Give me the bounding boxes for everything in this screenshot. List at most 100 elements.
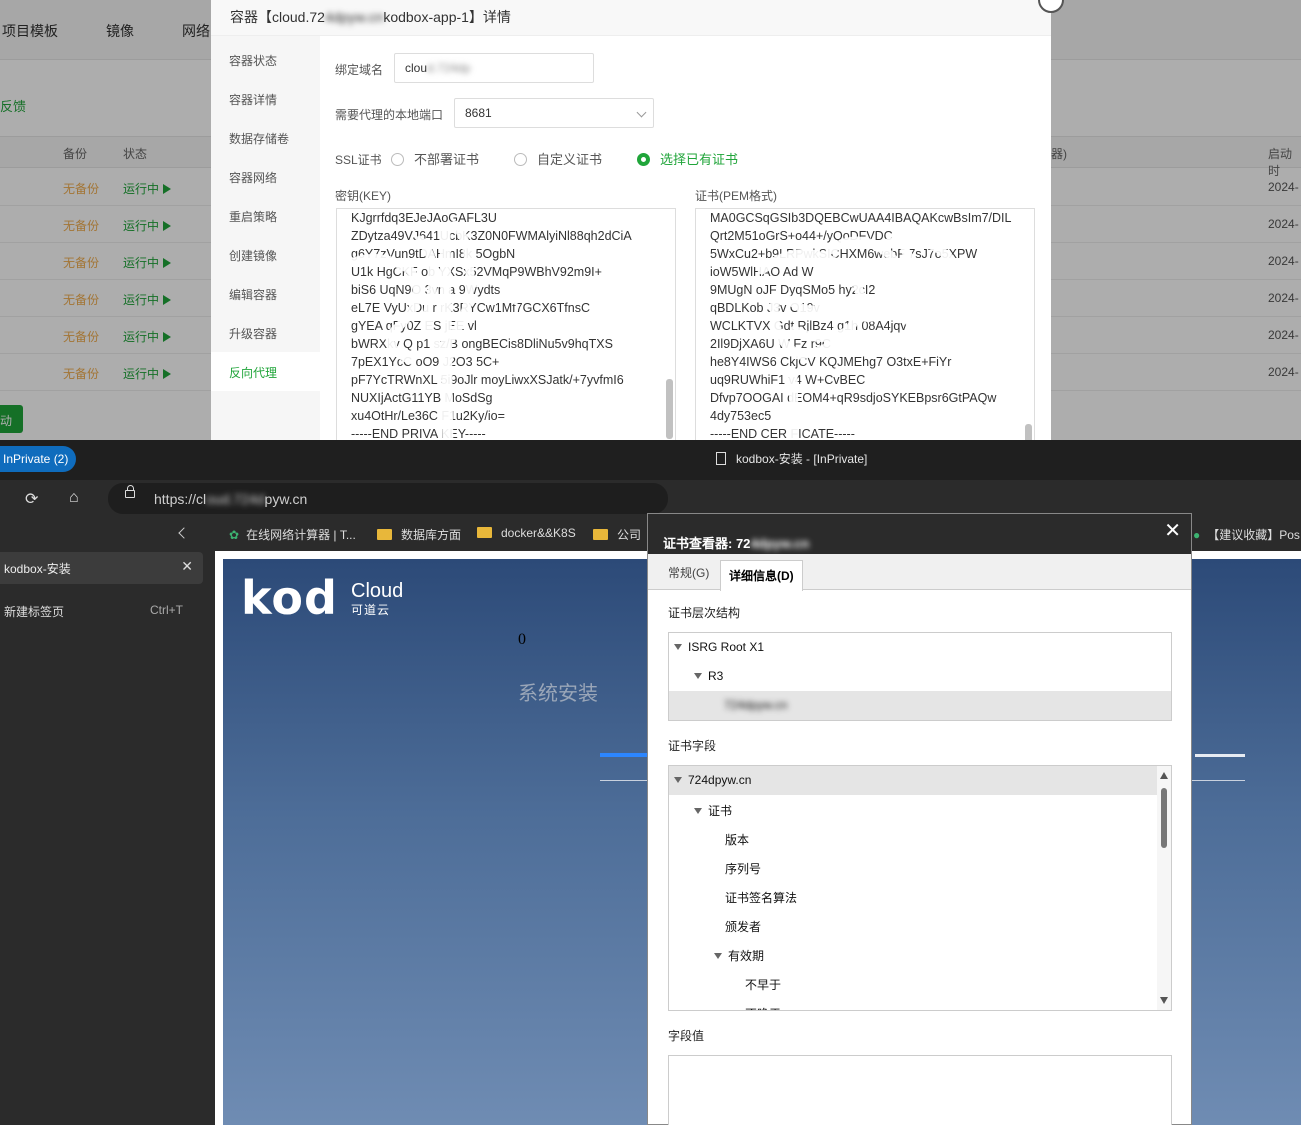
cert-label: 证书(PEM格式) [695, 189, 777, 203]
close-icon[interactable]: ✕ [1164, 518, 1181, 543]
expand-icon[interactable] [674, 644, 682, 650]
scroll-up-icon[interactable] [1160, 772, 1168, 779]
cert-textarea[interactable]: MA0GCSqGSIb3DQEBCwUAA4IBAQAKcwBsIm7/DIL Q… [695, 208, 1035, 440]
field-value-box[interactable] [668, 1055, 1172, 1125]
field-node[interactable]: 证书 [669, 795, 1171, 824]
cert-text-line: he8Y4IWS6 CkjCV KQJMEhg7 O3txE+FiYr [710, 355, 952, 369]
fields-label: 证书字段 [668, 739, 717, 753]
bookmark-docker[interactable]: docker&&K8S [477, 526, 576, 540]
dot-icon: ● [1193, 528, 1201, 542]
close-tab-icon[interactable]: ✕ [181, 558, 193, 575]
domain-input[interactable]: cloud.724dp [394, 53, 594, 83]
value-label: 字段值 [668, 1029, 705, 1043]
cert-titlebar: 证书查看器: 724dpyw.cn ✕ [648, 514, 1191, 554]
field-node[interactable]: 有效期 [669, 940, 1171, 969]
vertical-tabs-pane: kodbox-安装 ✕ 新建标签页 Ctrl+T [0, 517, 215, 1125]
expand-icon[interactable] [674, 777, 682, 783]
new-tab-button[interactable]: 新建标签页 [4, 603, 64, 620]
kod-logo: kod [241, 571, 338, 625]
folder-icon [593, 529, 608, 540]
kod-logo-cloud: Cloud [351, 580, 404, 602]
scroll-thumb[interactable] [1161, 788, 1167, 848]
new-tab-shortcut: Ctrl+T [150, 603, 183, 617]
cert-text-line: ioW5WlHAO Ad W [710, 265, 814, 279]
fields-scrollbar[interactable] [1157, 766, 1171, 1010]
sidebar-item-volumes[interactable]: 数据存储卷 [211, 118, 320, 157]
inprivate-badge[interactable]: InPrivate (2) [0, 446, 76, 472]
tab-general[interactable]: 常规(G) [668, 564, 709, 581]
cert-title: 证书查看器: 724dpyw.cn [663, 536, 810, 551]
bookmark-recommend[interactable]: ● 【建议收藏】Pos [1193, 526, 1300, 543]
cert-text-line: qBDLKob J3v O19v [710, 301, 820, 315]
radio-no-cert[interactable]: 不部署证书 [391, 149, 479, 168]
scroll-down-icon[interactable] [1160, 997, 1168, 1004]
reload-icon[interactable]: ⟳ [25, 489, 38, 509]
field-node[interactable]: 版本 [669, 824, 1171, 853]
tree-node-intermediate[interactable]: R3 [669, 662, 1171, 691]
sidebar-item-container-detail[interactable]: 容器详情 [211, 79, 320, 118]
sidebar-item-create-image[interactable]: 创建镜像 [211, 235, 320, 274]
kod-logo-cn: 可道云 [351, 603, 391, 617]
sidebar-item-edit-container[interactable]: 编辑容器 [211, 274, 320, 313]
home-icon[interactable]: ⌂ [69, 489, 79, 507]
key-textarea[interactable]: KJgrrfdq3EJeJAoGAFL3U ZDytza49VJ641UcbK3Z… [336, 208, 676, 440]
radio-existing-cert[interactable]: 选择已有证书 [637, 149, 738, 168]
cert-text-line: Qrt2M51oGrS+o44+/yQoDFVDC [710, 229, 893, 243]
tab-details[interactable]: 详细信息(D) [720, 560, 803, 591]
field-node[interactable]: 不早于 [669, 969, 1171, 998]
url-field[interactable]: https://cloud.724dpyw.cn [108, 483, 668, 514]
page-zero-text: 0 [518, 631, 526, 648]
document-icon [716, 452, 726, 465]
key-text-line: pF7YcTRWnXL 5i9oJlr moyLiwxXSJatk/+7yvfm… [351, 373, 624, 387]
sidebar-item-container-status[interactable]: 容器状态 [211, 40, 320, 79]
key-text-line: g6Y7zVun9tDAHmI8k 5OgbN [351, 247, 516, 261]
gear-icon: ✿ [229, 528, 240, 542]
key-text-line: xu4OtHr/Le36C F1u2Ky/io= [351, 409, 505, 423]
field-node[interactable]: 颁发者 [669, 911, 1171, 940]
key-text-line: NUXIjActG11YB MoSdSg [351, 391, 493, 405]
tree-node-root[interactable]: ISRG Root X1 [669, 633, 1171, 662]
key-text-line: bWRXkv Q p1 sz/B ongBECis8DliNu5v9hqTXS [351, 337, 613, 351]
cert-text-line: 5WxCu2+b9LRPwkSICHXM6webF 7sJ7o5XPW [710, 247, 978, 261]
key-text-line: -----END PRIVA KEY----- [351, 427, 486, 440]
key-text-line: 7pEX1YcC oO9 J2O3 5C+ [351, 355, 500, 369]
port-select[interactable]: 8681 [454, 98, 654, 128]
sidebar-item-reverse-proxy[interactable]: 反向代理 [211, 352, 320, 391]
field-node[interactable]: 序列号 [669, 853, 1171, 882]
collapse-pane-icon[interactable] [178, 527, 190, 539]
hierarchy-tree: ISRG Root X1 R3 724dpyw.cn [668, 632, 1172, 721]
bookmark-calculator[interactable]: ✿ 在线网络计算器 | T... [229, 526, 356, 543]
folder-icon [377, 529, 392, 540]
ssl-label: SSL证书 [335, 153, 382, 167]
bookmark-database[interactable]: 数据库方面 [377, 526, 461, 543]
radio-custom-cert[interactable]: 自定义证书 [514, 149, 602, 168]
field-node[interactable]: 724dpyw.cn [669, 766, 1171, 795]
expand-icon[interactable] [714, 953, 722, 959]
key-text-line: ZDytza49VJ641UcbK3Z0N0FWMAlyiNl88qh2dCiA [351, 229, 632, 243]
cert-text-line: MA0GCSqGSIb3DQEBCwUAA4IBAQAKcwBsIm7/DIL [710, 211, 1012, 225]
certificate-viewer-dialog: 证书查看器: 724dpyw.cn ✕ 常规(G) 详细信息(D) 证书层次结构… [647, 513, 1192, 1125]
cert-scrollbar[interactable] [1025, 424, 1032, 440]
expand-icon[interactable] [694, 808, 702, 814]
key-text-line: KJgrrfdq3EJeJAoGAFL3U [351, 211, 497, 225]
field-node[interactable]: 不晚于 [669, 998, 1171, 1010]
sidebar-item-network[interactable]: 容器网络 [211, 157, 320, 196]
key-text-line: eL7E VyUxDu r rK3RYCw1Mf7GCX6TfnsC [351, 301, 590, 315]
install-heading: 系统安装 [518, 683, 598, 705]
docker-panel: 项目模板 镜像 网络 反馈 备份 状态 器) 启动时 无备份 运行中 2024- 无… [0, 0, 1301, 440]
key-scrollbar[interactable] [666, 379, 673, 439]
tab-kodbox-install[interactable]: kodbox-安装 ✕ [0, 552, 203, 584]
sidebar-item-restart-policy[interactable]: 重启策略 [211, 196, 320, 235]
folder-icon [477, 527, 492, 538]
lock-icon[interactable] [125, 485, 135, 498]
cert-text-line: WCLKTVX Gdt RjlBz4 g1h 08A4jqv [710, 319, 907, 333]
tree-node-leaf[interactable]: 724dpyw.cn [669, 691, 1171, 720]
expand-icon[interactable] [694, 673, 702, 679]
sidebar-item-upgrade-container[interactable]: 升级容器 [211, 313, 320, 352]
browser-window: InPrivate (2) kodbox-安装 - [InPrivate] ⟳ … [0, 440, 1301, 1125]
cert-text-line: -----END CER FICATE----- [710, 427, 855, 440]
bookmark-company[interactable]: 公司 [593, 526, 641, 543]
cert-tabs: 常规(G) 详细信息(D) [648, 554, 1191, 591]
window-title: kodbox-安装 - [InPrivate] [716, 450, 867, 467]
field-node[interactable]: 证书签名算法 [669, 882, 1171, 911]
